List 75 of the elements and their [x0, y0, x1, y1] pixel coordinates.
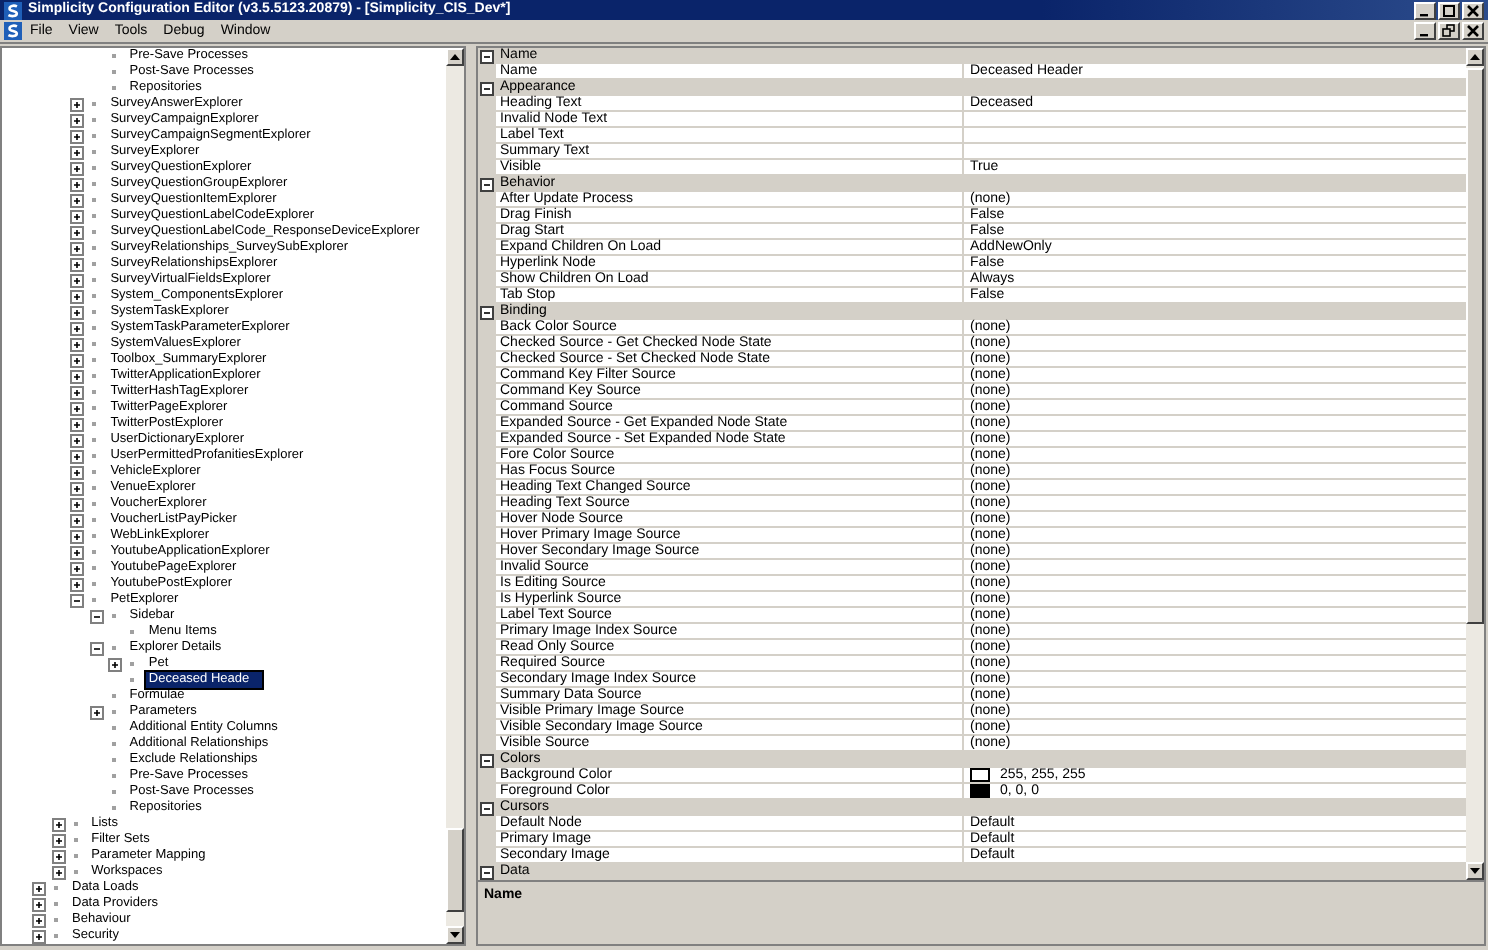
expander-toggle[interactable] [70, 113, 85, 127]
app-icon [4, 1, 22, 19]
category-toggle[interactable] [480, 305, 494, 319]
expander-toggle[interactable] [70, 321, 85, 335]
category-toggle[interactable] [480, 49, 494, 63]
close-button[interactable] [1462, 1, 1484, 19]
expander-toggle[interactable] [32, 881, 46, 895]
app-icon[interactable] [4, 22, 22, 40]
expander-toggle[interactable] [70, 481, 85, 495]
close-icon [1466, 24, 1480, 38]
expander-toggle[interactable] [70, 193, 85, 207]
expander-toggle[interactable] [89, 705, 104, 719]
expander-toggle[interactable] [70, 289, 85, 303]
scrollbar-thumb[interactable] [446, 828, 464, 912]
expander-toggle[interactable] [70, 241, 85, 255]
expander-toggle[interactable] [51, 817, 66, 831]
category-toggle[interactable] [480, 81, 494, 95]
scroll-up-button[interactable] [446, 48, 464, 66]
expander-toggle[interactable] [70, 257, 85, 271]
scroll-up-button[interactable] [1466, 48, 1484, 66]
expander-toggle[interactable] [51, 849, 66, 863]
expander-toggle[interactable] [70, 593, 85, 607]
category-toggle[interactable] [480, 801, 494, 815]
up-arrow-icon [450, 54, 460, 60]
close-button[interactable] [1462, 22, 1484, 40]
scrollbar-track[interactable] [446, 48, 464, 944]
minimize-button[interactable] [1414, 1, 1436, 19]
max-icon [1442, 3, 1456, 17]
expander-toggle[interactable] [32, 897, 46, 911]
expander-toggle[interactable] [70, 385, 85, 399]
expander-toggle[interactable] [70, 417, 85, 431]
minimize-button[interactable] [1414, 22, 1436, 40]
expander-toggle[interactable] [70, 97, 85, 111]
expander-toggle[interactable] [32, 929, 46, 943]
up-arrow-icon [1470, 54, 1480, 60]
expander-toggle[interactable] [70, 449, 85, 463]
category-toggle[interactable] [480, 177, 494, 191]
close-icon [1466, 3, 1480, 17]
expander-toggle[interactable] [70, 337, 85, 351]
down-arrow-icon [1470, 868, 1480, 874]
category-toggle[interactable] [480, 753, 494, 767]
expander-toggle[interactable] [89, 609, 104, 623]
expander-toggle[interactable] [70, 401, 85, 415]
expander-toggle[interactable] [70, 369, 85, 383]
expander-toggle[interactable] [70, 353, 85, 367]
scroll-down-button[interactable] [1466, 862, 1484, 880]
expander-toggle[interactable] [70, 577, 85, 591]
expander-toggle[interactable] [70, 545, 85, 559]
expander-toggle[interactable] [70, 129, 85, 143]
expander-toggle[interactable] [70, 161, 85, 175]
scroll-down-button[interactable] [446, 926, 464, 944]
expander-toggle[interactable] [70, 465, 85, 479]
expander-toggle[interactable] [70, 305, 85, 319]
expander-toggle[interactable] [70, 225, 85, 239]
expander-toggle[interactable] [70, 529, 85, 543]
restore-button[interactable] [1438, 22, 1460, 40]
expander-toggle[interactable] [70, 177, 85, 191]
expander-toggle[interactable] [70, 273, 85, 287]
restore-icon [1442, 24, 1456, 38]
expander-toggle[interactable] [70, 497, 85, 511]
expander-toggle[interactable] [70, 145, 85, 159]
expander-toggle[interactable] [51, 865, 66, 879]
expander-toggle[interactable] [89, 641, 104, 655]
expander-toggle[interactable] [70, 561, 85, 575]
expander-toggle[interactable] [70, 513, 85, 527]
down-arrow-icon [450, 932, 460, 938]
scrollbar-thumb[interactable] [1466, 68, 1484, 624]
expander-toggle[interactable] [70, 433, 85, 447]
category-toggle[interactable] [480, 865, 494, 879]
expander-toggle[interactable] [51, 833, 66, 847]
expander-toggle[interactable] [32, 913, 46, 927]
expander-toggle[interactable] [70, 209, 85, 223]
expander-toggle[interactable] [108, 657, 123, 671]
scrollbar-track[interactable] [1466, 48, 1484, 880]
maximize-button[interactable] [1438, 1, 1460, 19]
